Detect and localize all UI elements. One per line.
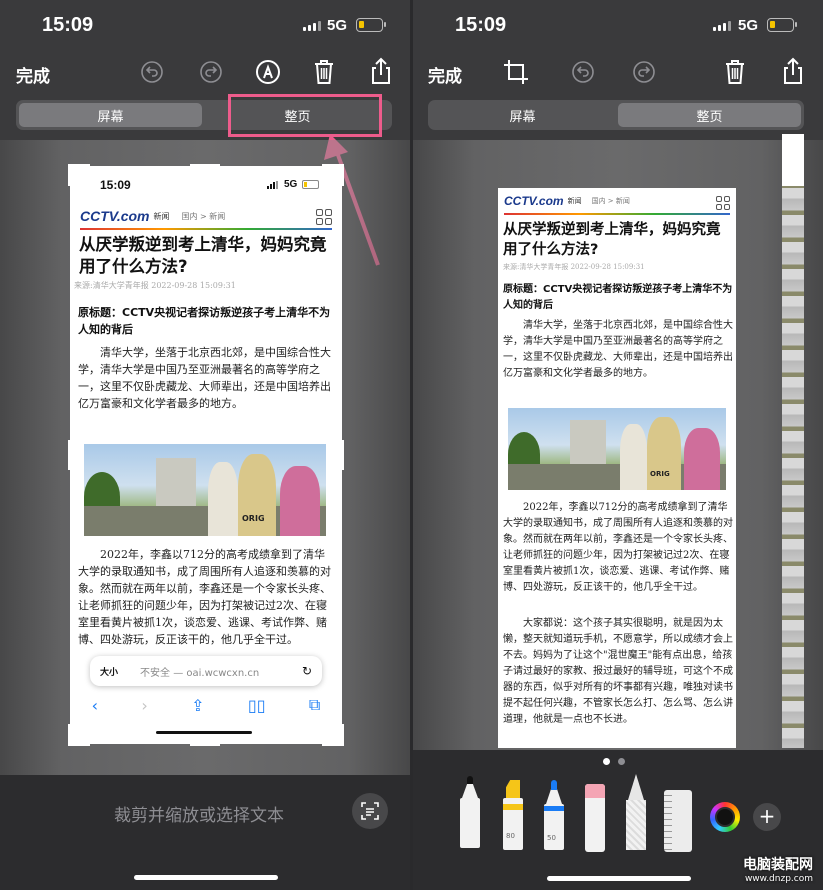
add-tool-icon[interactable]: + xyxy=(753,803,781,831)
page-thumbnail-strip[interactable] xyxy=(782,134,804,748)
signal-icon-right xyxy=(713,21,731,31)
pen-tool[interactable] xyxy=(460,776,480,848)
article-para-3-right: 大家都说：这个孩子其实很聪明，就是因为太懒，整天就知道玩手机，不愿意学，所以成绩… xyxy=(503,618,733,725)
text-scan-icon[interactable] xyxy=(352,793,388,829)
article-subtitle: 原标题：CCTV央视记者探访叛逆孩子考上清华不为人知的背后 xyxy=(78,306,331,336)
grid-menu-icon[interactable] xyxy=(316,209,332,225)
marker-width: 50 xyxy=(547,834,556,842)
article-subtitle-right: 原标题：CCTV央视记者探访叛逆孩子考上清华不为人知的背后 xyxy=(503,284,733,311)
done-button-right[interactable]: 完成 xyxy=(428,62,462,87)
article-network: 5G xyxy=(284,179,298,190)
crop-handle-tr[interactable] xyxy=(322,164,344,186)
article-source-right: 来源:清华大学青年报 2022-09-28 15:09:31 xyxy=(503,263,645,271)
article-title: 从厌学叛逆到考上清华，妈妈究竟用了什么方法? xyxy=(79,235,327,276)
trash-icon-right[interactable] xyxy=(723,58,747,85)
breadcrumb: 国内 > 新闻 xyxy=(181,211,226,221)
marker-tool[interactable]: 50 xyxy=(544,780,564,850)
reload-icon[interactable]: ↻ xyxy=(302,664,312,678)
highlighter-tool[interactable]: 80 xyxy=(503,780,523,850)
crop-handle-tl[interactable] xyxy=(68,164,90,186)
left-bottom-bar: 裁剪并缩放或选择文本 xyxy=(0,775,410,890)
home-indicator xyxy=(134,875,278,880)
watermark-url: www.dnzp.com xyxy=(744,874,813,884)
forward-icon[interactable]: › xyxy=(141,696,147,715)
grid-menu-icon-right[interactable] xyxy=(716,196,730,210)
share-icon[interactable] xyxy=(369,57,393,85)
signal-icon xyxy=(303,21,321,31)
battery-icon xyxy=(356,18,386,32)
article-para-2-right: 2022年，李鑫以712分的高考成绩拿到了清华大学的录取通知书，成了周围所有人追… xyxy=(503,502,733,593)
article-status-time: 15:09 xyxy=(100,178,131,192)
cctv-logo-right: CCTV.com xyxy=(504,194,564,208)
logo-news-right: 新闻 xyxy=(567,197,582,205)
crop-prompt: 裁剪并缩放或选择文本 xyxy=(114,806,284,826)
article-photo: ORIG xyxy=(84,444,326,536)
crop-handle-bottom[interactable] xyxy=(190,742,220,746)
photo-badge-right: ORIG xyxy=(650,470,670,478)
cctv-header: CCTV.com 新闻 国内 > 新闻 xyxy=(80,208,332,224)
bookmarks-icon[interactable]: ▯▯ xyxy=(248,696,266,715)
highlighter-width: 80 xyxy=(506,832,515,840)
undo-icon[interactable] xyxy=(140,60,164,84)
visible-region-indicator[interactable] xyxy=(782,134,804,186)
done-button[interactable]: 完成 xyxy=(16,62,50,87)
article-signal-icon xyxy=(267,181,278,189)
article-para-1-right: 清华大学，坐落于北京西北郊，是中国综合性大学，清华大学是中国乃至亚洲最著名的高等… xyxy=(503,320,733,379)
article-battery-icon xyxy=(302,180,319,189)
redo-icon[interactable] xyxy=(199,60,223,84)
share-page-icon[interactable]: ⇪ xyxy=(191,696,204,715)
article-para-2: 2022年，李鑫以712分的高考成绩拿到了清华大学的录取通知书，成了周围所有人追… xyxy=(78,548,331,646)
crop-handle-left[interactable] xyxy=(68,440,72,470)
tab-full-page-right[interactable]: 整页 xyxy=(618,103,801,127)
left-panel: 15:09 5G 完成 屏幕 整页 15:09 5G CCTV.com 新闻 国… xyxy=(0,0,410,890)
tab-screen[interactable]: 屏幕 xyxy=(19,103,202,127)
lasso-tool[interactable] xyxy=(626,774,646,850)
crop-handle-top[interactable] xyxy=(190,164,220,168)
header-divider xyxy=(80,228,332,230)
crop-handle-right[interactable] xyxy=(340,440,344,470)
status-time-right: 15:09 xyxy=(455,14,507,36)
status-time: 15:09 xyxy=(42,14,94,36)
full-page-preview[interactable]: CCTV.com 新闻 国内 > 新闻 从厌学叛逆到考上清华，妈妈究竟用了什么方… xyxy=(498,188,736,748)
undo-icon-right[interactable] xyxy=(571,60,595,84)
color-picker-icon[interactable] xyxy=(710,802,740,832)
battery-icon-right xyxy=(767,18,797,32)
crop-handle-bl[interactable] xyxy=(68,724,90,746)
eraser-tool[interactable] xyxy=(585,784,605,852)
markup-icon[interactable] xyxy=(255,59,281,85)
trash-icon[interactable] xyxy=(312,58,336,85)
crop-handle-br[interactable] xyxy=(322,724,344,746)
crop-icon[interactable] xyxy=(503,59,529,85)
share-icon-right[interactable] xyxy=(781,57,805,85)
photo-badge: ORIG xyxy=(242,514,265,523)
safari-address-bar[interactable]: 大小 不安全 — oai.wcwcxn.cn ↻ xyxy=(90,656,322,686)
breadcrumb-right: 国内 > 新闻 xyxy=(591,197,630,205)
article-photo-right: ORIG xyxy=(508,408,726,490)
network-label-right: 5G xyxy=(738,17,759,34)
tab-screen-right[interactable]: 屏幕 xyxy=(431,103,614,127)
safari-toolbar: ‹ › ⇪ ▯▯ ⧉ xyxy=(70,690,342,720)
preview-home-indicator xyxy=(156,731,252,734)
right-panel: 15:09 5G 完成 屏幕 整页 CCTV.com 新闻 国内 > 新闻 从厌… xyxy=(413,0,823,890)
article-source: 来源:清华大学青年报 2022-09-28 15:09:31 xyxy=(74,281,236,290)
watermark: 电脑装配网 www.dnzp.com xyxy=(743,854,813,884)
watermark-name: 电脑装配网 xyxy=(743,857,813,873)
address-text: 不安全 — oai.wcwcxn.cn xyxy=(140,667,260,679)
cctv-logo: CCTV.com xyxy=(80,208,150,224)
network-label: 5G xyxy=(327,17,348,34)
text-size-button[interactable]: 大小 xyxy=(100,665,118,678)
page-dots[interactable] xyxy=(603,758,625,765)
back-icon[interactable]: ‹ xyxy=(92,696,98,715)
screenshot-preview[interactable]: 15:09 5G CCTV.com 新闻 国内 > 新闻 从厌学叛逆到考上清华，… xyxy=(70,166,342,744)
logo-news: 新闻 xyxy=(153,211,170,221)
ruler-tool[interactable] xyxy=(664,790,692,852)
article-para-1: 清华大学，坐落于北京西北郊，是中国综合性大学，清华大学是中国乃至亚洲最著名的高等… xyxy=(78,346,331,410)
cctv-header-right: CCTV.com 新闻 国内 > 新闻 xyxy=(504,194,630,208)
home-indicator-right xyxy=(547,876,691,881)
redo-icon-right[interactable] xyxy=(632,60,656,84)
mode-segmented-control-right: 屏幕 整页 xyxy=(428,100,804,130)
article-title-right: 从厌学叛逆到考上清华，妈妈究竟用了什么方法? xyxy=(503,222,721,258)
tabs-icon[interactable]: ⧉ xyxy=(309,695,320,715)
header-divider-right xyxy=(504,213,730,215)
